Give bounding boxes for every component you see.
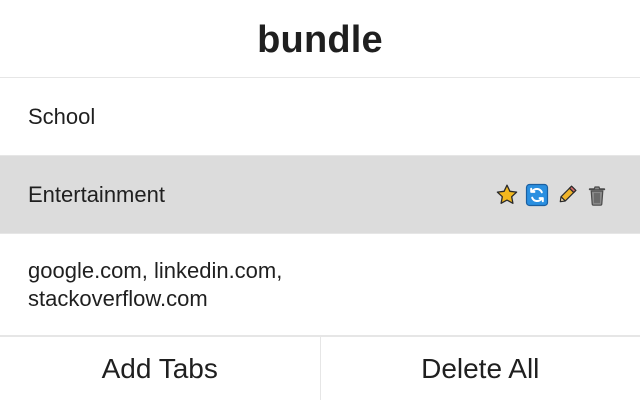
trash-icon[interactable] — [584, 182, 610, 208]
refresh-icon[interactable] — [524, 182, 550, 208]
star-icon[interactable] — [494, 182, 520, 208]
header: bundle — [0, 0, 640, 78]
page-title: bundle — [257, 18, 383, 61]
bundle-item-label: Entertainment — [28, 181, 165, 207]
pencil-icon[interactable] — [554, 182, 580, 208]
delete-all-button[interactable]: Delete All — [320, 337, 640, 400]
bundle-url-list: google.com, linkedin.com, stackoverflow.… — [0, 234, 640, 336]
bundle-actions — [494, 182, 610, 208]
bundle-item-entertainment[interactable]: Entertainment — [0, 156, 640, 234]
bundle-item-school[interactable]: School — [0, 78, 640, 156]
bundle-item-label: School — [28, 103, 96, 129]
bundle-popup: bundle School Entertainment google.com, … — [0, 0, 640, 400]
add-tabs-button[interactable]: Add Tabs — [0, 337, 321, 400]
bundle-urls-text: google.com, linkedin.com, stackoverflow.… — [28, 257, 283, 311]
footer-actions: Add Tabs Delete All — [0, 336, 640, 400]
